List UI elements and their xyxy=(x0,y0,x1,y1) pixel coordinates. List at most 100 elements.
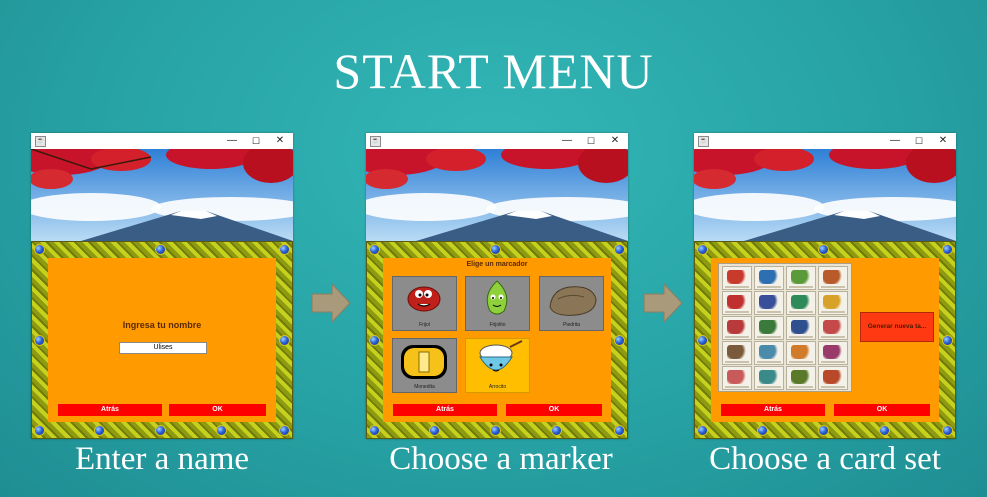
title-bar: ☕ — ☐ ✕ xyxy=(31,133,293,149)
loteria-card xyxy=(818,266,848,290)
card-picture xyxy=(727,370,747,384)
card-picture xyxy=(759,320,779,334)
gem-icon xyxy=(490,425,501,436)
gem-icon xyxy=(879,425,890,436)
gem-icon xyxy=(369,244,380,255)
gem-icon xyxy=(757,425,768,436)
loteria-card xyxy=(818,341,848,365)
loteria-card xyxy=(818,316,848,340)
close-icon[interactable]: ✕ xyxy=(273,134,287,148)
marker-option-monedita[interactable]: Monedita xyxy=(392,338,457,393)
card-caption xyxy=(821,286,845,288)
gem-icon xyxy=(369,425,380,436)
generate-new-card-button[interactable]: Generar nueva ta... xyxy=(860,312,934,342)
marker-option-frijol[interactable]: Frijol xyxy=(392,276,457,331)
close-icon[interactable]: ✕ xyxy=(936,134,950,148)
card-picture xyxy=(727,270,747,284)
ok-button[interactable]: OK xyxy=(506,404,602,416)
loteria-card xyxy=(754,366,784,390)
minimize-icon[interactable]: — xyxy=(560,134,574,148)
content-panel: Generar nueva ta... Atrás OK xyxy=(711,258,939,422)
card-picture xyxy=(759,345,779,359)
ok-button[interactable]: OK xyxy=(834,404,930,416)
card-caption xyxy=(757,361,781,363)
card-picture xyxy=(727,345,747,359)
gem-icon xyxy=(279,335,290,346)
close-icon[interactable]: ✕ xyxy=(608,134,622,148)
loteria-card xyxy=(818,291,848,315)
gem-icon xyxy=(818,425,829,436)
card-picture xyxy=(823,345,843,359)
marker-option-arrocito[interactable]: Arrocito xyxy=(465,338,530,393)
loteria-card xyxy=(754,266,784,290)
card-caption xyxy=(821,386,845,388)
marker-option-frijolito[interactable]: Frijolito xyxy=(465,276,530,331)
gem-icon xyxy=(614,425,625,436)
stone-icon xyxy=(549,286,597,316)
maximize-icon[interactable]: ☐ xyxy=(912,134,926,148)
card-picture xyxy=(791,345,811,359)
card-caption xyxy=(725,311,749,313)
back-button[interactable]: Atrás xyxy=(393,404,497,416)
loteria-card xyxy=(722,316,752,340)
card-picture xyxy=(759,370,779,384)
marker-name: Arrocito xyxy=(488,384,507,390)
caption-enter-name: Enter a name xyxy=(74,441,250,477)
mountain-banner-image xyxy=(694,149,956,241)
card-caption xyxy=(757,311,781,313)
card-caption xyxy=(789,311,813,313)
card-caption xyxy=(821,311,845,313)
card-caption xyxy=(789,386,813,388)
minimize-icon[interactable]: — xyxy=(888,134,902,148)
card-picture xyxy=(823,295,843,309)
card-caption xyxy=(789,336,813,338)
marker-name: Monedita xyxy=(414,384,435,390)
marker-option-piedrita[interactable]: Piedrita xyxy=(539,276,604,331)
card-picture xyxy=(727,320,747,334)
right-arrow-icon xyxy=(643,282,683,324)
gem-icon xyxy=(279,425,290,436)
mountain-banner-image xyxy=(31,149,293,241)
marker-heading: Elige un marcador xyxy=(466,261,528,268)
ok-button[interactable]: OK xyxy=(169,404,266,416)
card-caption xyxy=(725,361,749,363)
loteria-card xyxy=(786,316,816,340)
loteria-card xyxy=(786,341,816,365)
gem-icon xyxy=(155,244,166,255)
gem-icon xyxy=(551,425,562,436)
gem-icon xyxy=(697,335,708,346)
card-picture xyxy=(823,270,843,284)
java-app-icon: ☕ xyxy=(370,136,381,147)
loteria-card xyxy=(754,341,784,365)
right-arrow-icon xyxy=(311,282,351,324)
card-caption xyxy=(725,386,749,388)
loteria-card xyxy=(754,291,784,315)
back-button[interactable]: Atrás xyxy=(721,404,825,416)
back-button[interactable]: Atrás xyxy=(58,404,162,416)
marker-name: Frijolito xyxy=(489,322,506,328)
maximize-icon[interactable]: ☐ xyxy=(584,134,598,148)
card-picture xyxy=(791,270,811,284)
caption-choose-card-set: Choose a card set xyxy=(709,441,941,477)
title-bar: ☕ — ☐ ✕ xyxy=(694,133,956,149)
marker-name: Piedrita xyxy=(563,322,580,328)
window-enter-name: ☕ — ☐ ✕ Ingresa tu nombre Ulises Atrás O… xyxy=(31,133,293,439)
card-caption xyxy=(789,286,813,288)
marker-name: Frijol xyxy=(419,322,430,328)
coin-icon xyxy=(401,345,447,379)
gem-icon xyxy=(34,244,45,255)
minimize-icon[interactable]: — xyxy=(225,134,239,148)
mountain-banner-image xyxy=(366,149,628,241)
card-caption xyxy=(725,286,749,288)
gem-icon xyxy=(818,244,829,255)
window-choose-marker: ☕ — ☐ ✕ Elige un marcador Frijol Frijoli… xyxy=(366,133,628,439)
card-picture xyxy=(791,320,811,334)
loteria-card xyxy=(722,366,752,390)
loteria-card-board[interactable] xyxy=(718,263,852,392)
card-picture xyxy=(791,295,811,309)
maximize-icon[interactable]: ☐ xyxy=(249,134,263,148)
name-input[interactable]: Ulises xyxy=(119,342,207,354)
card-caption xyxy=(725,336,749,338)
title-bar: ☕ — ☐ ✕ xyxy=(366,133,628,149)
card-caption xyxy=(757,336,781,338)
